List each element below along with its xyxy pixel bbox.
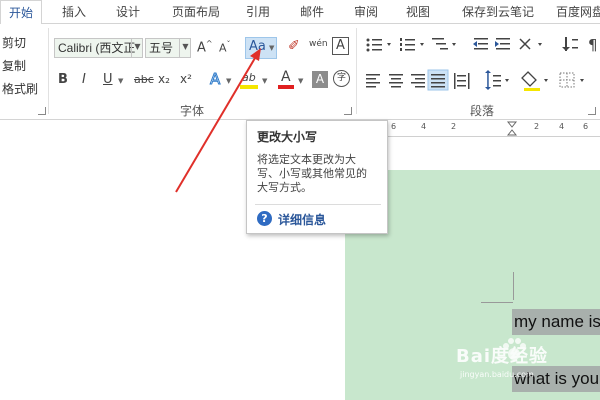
watermark-url: jingyan.baidu.com — [460, 370, 534, 379]
watermark-logo: Bai度经验 — [456, 346, 549, 367]
